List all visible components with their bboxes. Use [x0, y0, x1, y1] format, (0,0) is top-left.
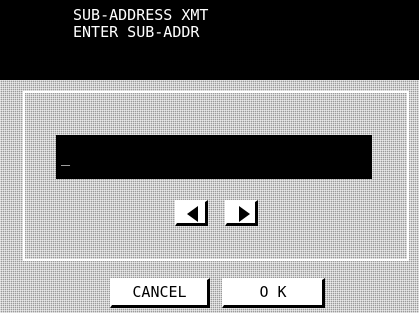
header-bar: SUB-ADDRESS XMT ENTER SUB-ADDR [0, 0, 419, 80]
cursor-right-button[interactable] [225, 200, 258, 226]
sub-address-input[interactable]: _ [56, 135, 372, 179]
cursor-left-button[interactable] [175, 200, 208, 226]
ok-button[interactable]: O K [222, 278, 325, 308]
left-triangle-icon [187, 206, 198, 222]
right-triangle-icon [239, 206, 250, 222]
input-cursor-text: _ [61, 148, 71, 166]
cancel-button[interactable]: CANCEL [110, 278, 210, 308]
screen-prompt: ENTER SUB-ADDR [73, 23, 200, 41]
fax-lcd-screen: SUB-ADDRESS XMT ENTER SUB-ADDR _ CANCEL … [0, 0, 419, 313]
screen-title: SUB-ADDRESS XMT [73, 6, 209, 24]
